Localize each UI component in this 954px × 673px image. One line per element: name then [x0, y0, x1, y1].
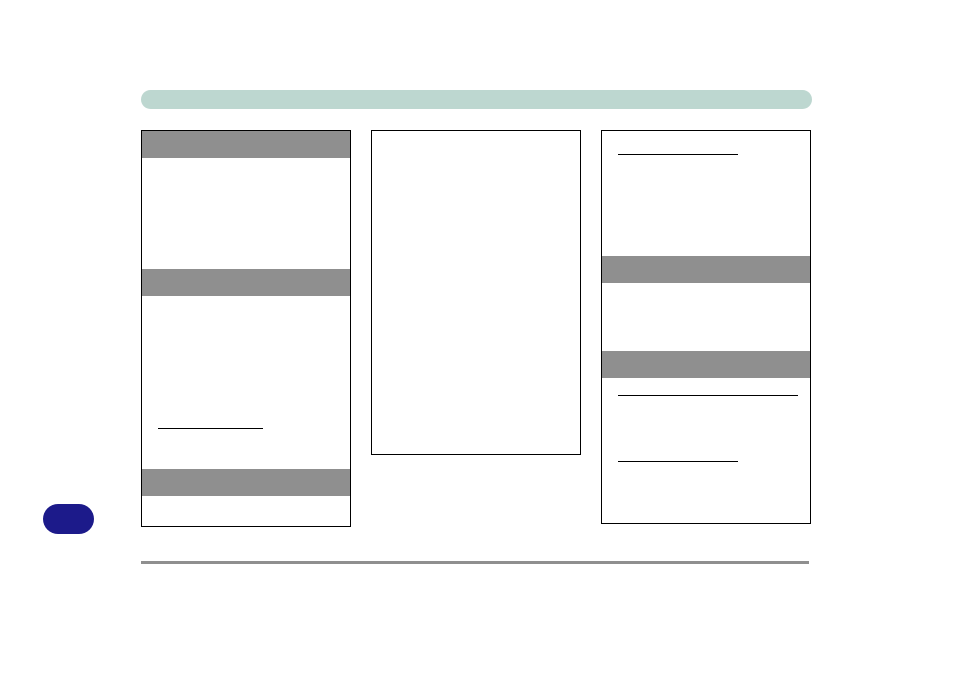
- right-band-1: [602, 256, 810, 283]
- right-underline-top: [618, 154, 738, 155]
- page-number-pill: [43, 504, 94, 534]
- bottom-divider: [141, 561, 809, 564]
- left-band-3: [142, 469, 350, 496]
- content-columns: [141, 130, 811, 527]
- column-right: [601, 130, 811, 524]
- right-band-2: [602, 351, 810, 378]
- right-underline-2: [618, 461, 738, 462]
- top-banner: [141, 90, 812, 109]
- column-middle: [371, 130, 581, 455]
- left-underline: [158, 428, 263, 429]
- left-band-2: [142, 269, 350, 296]
- column-left: [141, 130, 351, 527]
- right-underline-1: [618, 395, 798, 396]
- left-band-1: [142, 131, 350, 158]
